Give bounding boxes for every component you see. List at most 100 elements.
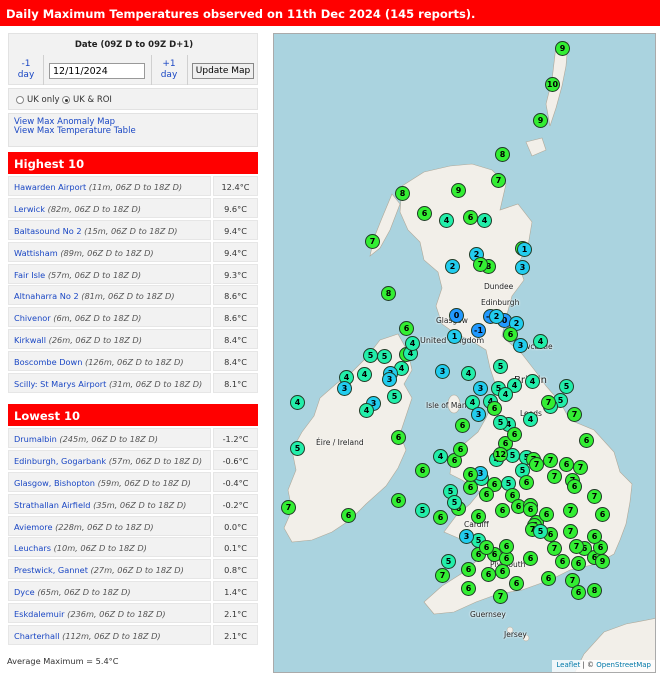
station-marker[interactable]: 6 <box>587 529 602 544</box>
station-marker[interactable]: 9 <box>595 554 610 569</box>
station-marker[interactable]: 1 <box>447 329 462 344</box>
station-marker[interactable]: 6 <box>571 556 586 571</box>
station-marker[interactable]: 5 <box>493 415 508 430</box>
station-marker[interactable]: 4 <box>525 374 540 389</box>
station-marker[interactable]: 7 <box>543 453 558 468</box>
temperature-table-link[interactable]: View Max Temperature Table <box>14 126 136 136</box>
station-link[interactable]: Scilly: St Marys Airport <box>14 379 106 389</box>
station-link[interactable]: Prestwick, Gannet <box>14 565 88 575</box>
station-marker[interactable]: 2 <box>489 309 504 324</box>
osm-link[interactable]: OpenStreetMap <box>596 661 651 669</box>
station-marker[interactable]: 4 <box>477 213 492 228</box>
station-marker[interactable]: 5 <box>447 495 462 510</box>
station-link[interactable]: Hawarden Airport <box>14 182 86 192</box>
station-link[interactable]: Charterhall <box>14 631 60 641</box>
station-marker[interactable]: 9 <box>533 113 548 128</box>
station-marker[interactable]: 1 <box>517 242 532 257</box>
station-marker[interactable]: 6 <box>341 508 356 523</box>
station-link[interactable]: Leuchars <box>14 543 51 553</box>
station-marker[interactable]: 7 <box>547 469 562 484</box>
station-marker[interactable]: 4 <box>523 412 538 427</box>
station-link[interactable]: Lerwick <box>14 204 45 214</box>
station-marker[interactable]: 6 <box>399 321 414 336</box>
station-marker[interactable]: 6 <box>463 480 478 495</box>
prev-day-link[interactable]: -1 day <box>11 59 41 81</box>
station-link[interactable]: Drumalbin <box>14 434 57 444</box>
station-marker[interactable]: 6 <box>509 576 524 591</box>
station-marker[interactable]: 4 <box>405 336 420 351</box>
station-marker[interactable]: 5 <box>533 524 548 539</box>
station-marker[interactable]: 5 <box>290 441 305 456</box>
station-marker[interactable]: 6 <box>391 493 406 508</box>
station-marker[interactable]: 6 <box>453 442 468 457</box>
station-marker[interactable]: 6 <box>555 554 570 569</box>
station-marker[interactable]: 7 <box>567 407 582 422</box>
station-marker[interactable]: 7 <box>529 457 544 472</box>
station-marker[interactable]: 8 <box>381 286 396 301</box>
station-marker[interactable]: 6 <box>479 540 494 555</box>
station-marker[interactable]: 6 <box>495 503 510 518</box>
station-marker[interactable]: 3 <box>459 529 474 544</box>
station-marker[interactable]: 6 <box>479 487 494 502</box>
station-marker[interactable]: 7 <box>493 589 508 604</box>
station-link[interactable]: Glasgow, Bishopton <box>14 478 95 488</box>
station-marker[interactable]: 5 <box>377 349 392 364</box>
radio-dot-selected[interactable] <box>62 96 70 104</box>
station-link[interactable]: Aviemore <box>14 522 53 532</box>
station-marker[interactable]: 6 <box>391 430 406 445</box>
station-marker[interactable]: 7 <box>365 234 380 249</box>
station-marker[interactable]: 6 <box>579 433 594 448</box>
station-marker[interactable]: 7 <box>541 395 556 410</box>
station-marker[interactable]: 5 <box>493 359 508 374</box>
station-marker[interactable]: 7 <box>435 568 450 583</box>
station-link[interactable]: Edinburgh, Gogarbank <box>14 456 106 466</box>
station-marker[interactable]: 6 <box>519 475 534 490</box>
station-marker[interactable]: 6 <box>523 502 538 517</box>
station-marker[interactable]: 4 <box>357 367 372 382</box>
station-link[interactable]: Baltasound No 2 <box>14 226 82 236</box>
station-marker[interactable]: 6 <box>415 463 430 478</box>
station-marker[interactable]: 6 <box>433 510 448 525</box>
station-link[interactable]: Boscombe Down <box>14 357 82 367</box>
station-marker[interactable]: 6 <box>487 401 502 416</box>
station-marker[interactable]: 6 <box>461 581 476 596</box>
next-day-link[interactable]: +1 day <box>154 59 184 81</box>
station-marker[interactable]: 6 <box>507 427 522 442</box>
station-marker[interactable]: 0 <box>449 308 464 323</box>
station-marker[interactable]: 6 <box>499 539 514 554</box>
station-link[interactable]: Fair Isle <box>14 270 45 280</box>
station-marker[interactable]: -1 <box>471 323 486 338</box>
station-marker[interactable]: 6 <box>481 567 496 582</box>
date-input[interactable] <box>49 63 145 79</box>
station-marker[interactable]: 4 <box>433 449 448 464</box>
update-map-button[interactable]: Update Map <box>192 63 254 79</box>
station-marker[interactable]: 9 <box>555 41 570 56</box>
station-link[interactable]: Kirkwall <box>14 335 46 345</box>
station-marker[interactable]: 7 <box>587 489 602 504</box>
station-link[interactable]: Chivenor <box>14 313 51 323</box>
station-marker[interactable]: 3 <box>435 364 450 379</box>
station-marker[interactable]: 7 <box>281 500 296 515</box>
station-marker[interactable]: 6 <box>455 418 470 433</box>
temperature-map[interactable]: EdinburghGlasgowDundeeUnited KingdomNewc… <box>273 33 656 673</box>
station-marker[interactable]: 6 <box>541 571 556 586</box>
station-marker[interactable]: 6 <box>471 509 486 524</box>
station-marker[interactable]: 12 <box>493 447 508 462</box>
station-marker[interactable]: 8 <box>495 147 510 162</box>
station-marker[interactable]: 5 <box>559 379 574 394</box>
station-marker[interactable]: 9 <box>451 183 466 198</box>
station-link[interactable]: Dyce <box>14 587 35 597</box>
station-link[interactable]: Eskdalemuir <box>14 609 65 619</box>
station-marker[interactable]: 6 <box>495 564 510 579</box>
station-marker[interactable]: 6 <box>463 210 478 225</box>
station-marker[interactable]: 6 <box>523 551 538 566</box>
station-marker[interactable]: 6 <box>461 562 476 577</box>
station-link[interactable]: Altnaharra No 2 <box>14 291 79 301</box>
radio-uk-only[interactable]: UK only <box>16 95 59 105</box>
station-marker[interactable]: 3 <box>473 381 488 396</box>
station-marker[interactable]: 6 <box>417 206 432 221</box>
station-marker[interactable]: 5 <box>441 554 456 569</box>
station-marker[interactable]: 3 <box>471 407 486 422</box>
station-marker[interactable]: 5 <box>415 503 430 518</box>
station-marker[interactable]: 3 <box>515 260 530 275</box>
